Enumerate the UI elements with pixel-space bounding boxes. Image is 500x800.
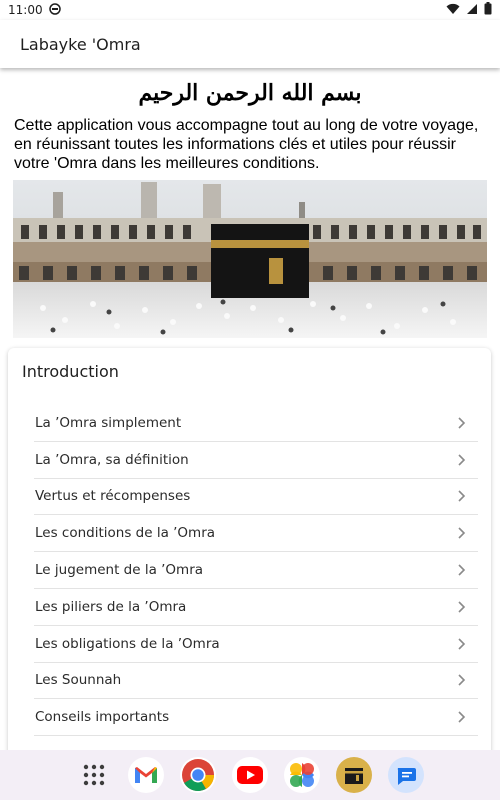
- list-item-label: Le jugement de la ’Omra: [35, 562, 204, 579]
- chevron-right-icon: [458, 711, 466, 723]
- list-item-label: Les Sounnah: [35, 672, 122, 689]
- app-title: Labayke 'Omra: [20, 34, 141, 54]
- chevron-right-icon: [458, 454, 466, 466]
- introduction-card: Introduction La ’Omra simplement La ’Omr…: [8, 348, 491, 750]
- list-item-label: Conseils importants: [35, 709, 170, 726]
- list-item[interactable]: Conseils importants: [34, 699, 478, 737]
- signal-icon: [466, 3, 478, 18]
- chevron-right-icon: [458, 527, 466, 539]
- chevron-right-icon: [458, 564, 466, 576]
- section-title: Introduction: [22, 362, 119, 381]
- app-drawer-icon[interactable]: [76, 757, 112, 793]
- list-item[interactable]: La ’Omra simplement: [34, 405, 478, 442]
- gmail-icon[interactable]: [128, 757, 164, 793]
- chevron-right-icon: [458, 417, 466, 429]
- chevron-right-icon: [458, 601, 466, 613]
- youtube-icon[interactable]: [232, 757, 268, 793]
- list-item[interactable]: Le jugement de la ’Omra: [34, 552, 478, 589]
- photos-icon[interactable]: [284, 757, 320, 793]
- app-dock: [0, 750, 500, 800]
- topic-list: La ’Omra simplement La ’Omra, sa définit…: [34, 405, 478, 737]
- list-item-label: La ’Omra simplement: [35, 414, 182, 431]
- wifi-icon: [446, 3, 460, 18]
- list-item-label: Les conditions de la ’Omra: [35, 525, 216, 542]
- list-item-label: La ’Omra, sa définition: [35, 451, 189, 468]
- status-bar: 11:00: [0, 0, 500, 20]
- chevron-right-icon: [458, 638, 466, 650]
- chevron-right-icon: [458, 490, 466, 503]
- battery-icon: [484, 2, 492, 18]
- list-item[interactable]: Les piliers de la ’Omra: [34, 589, 478, 626]
- main-content[interactable]: بسم الله الرحمن الرحيم Cette application…: [0, 68, 500, 750]
- list-item-label: Vertus et récompenses: [35, 488, 191, 505]
- app-bar: Labayke 'Omra: [0, 20, 500, 68]
- basmala-heading: بسم الله الرحمن الرحيم: [138, 80, 362, 106]
- list-item[interactable]: Les obligations de la ’Omra: [34, 626, 478, 663]
- kaaba-photo: [13, 180, 487, 338]
- messages-icon[interactable]: [388, 757, 424, 793]
- list-item[interactable]: La ’Omra, sa définition: [34, 442, 478, 479]
- kaaba-app-icon[interactable]: [336, 757, 372, 793]
- list-item[interactable]: Les Sounnah: [34, 663, 478, 700]
- list-item[interactable]: Vertus et récompenses: [34, 479, 478, 516]
- list-item-label: Les piliers de la ’Omra: [35, 598, 187, 615]
- list-item[interactable]: Les conditions de la ’Omra: [34, 515, 478, 553]
- status-time: 11:00: [8, 3, 43, 17]
- app-description: Cette application vous accompagne tout a…: [14, 117, 479, 172]
- list-item-label: Les obligations de la ’Omra: [35, 635, 220, 652]
- chrome-icon[interactable]: [180, 757, 216, 793]
- notification-icon: [48, 2, 61, 18]
- chevron-right-icon: [458, 674, 466, 687]
